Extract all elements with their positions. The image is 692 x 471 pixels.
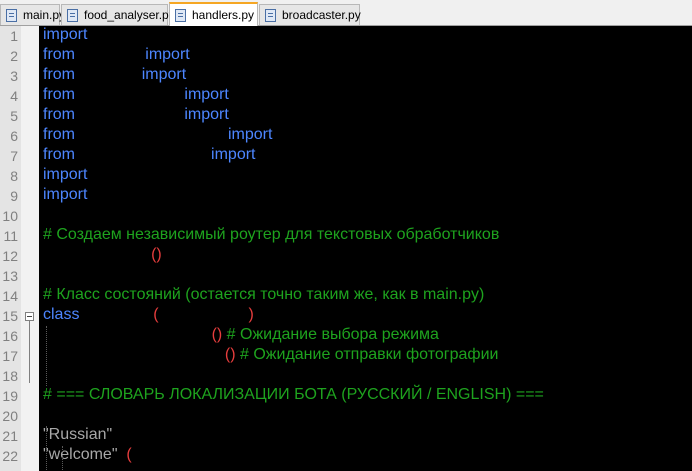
tab-food_analyser-py[interactable]: food_analyser.py	[61, 4, 175, 25]
line-number: 6	[10, 128, 18, 144]
tab-broadcaster-py[interactable]: broadcaster.py	[259, 4, 361, 25]
indent-guide	[46, 326, 47, 386]
line-number: 1	[10, 28, 18, 44]
fold-line	[29, 321, 30, 383]
line-number: 18	[2, 368, 18, 384]
tab-label: handlers.py	[192, 8, 255, 22]
line-number: 14	[2, 288, 18, 304]
fold-collapse-icon[interactable]	[25, 312, 34, 321]
line-number: 17	[2, 348, 18, 364]
line-number: 10	[2, 208, 18, 224]
tab-bar: main.py food_analyser.py handlers.py broadc…	[0, 0, 692, 26]
line-number: 13	[2, 268, 18, 284]
line-number: 20	[2, 408, 18, 424]
python-file-icon	[6, 8, 17, 22]
indent-guide	[46, 426, 47, 471]
tab-label: main.py	[23, 8, 66, 22]
line-number: 11	[3, 228, 18, 244]
line-number: 23	[0, 466, 18, 471]
line-number: 16	[2, 328, 18, 344]
tab-main-py[interactable]: main.py	[0, 4, 65, 25]
tab-label: broadcaster.py	[282, 8, 361, 22]
python-file-icon	[175, 8, 186, 22]
line-number: 21	[2, 428, 18, 444]
line-number: 9	[10, 188, 18, 204]
tab-label: food_analyser.py	[84, 8, 175, 22]
line-number: 4	[10, 88, 18, 104]
line-number: 3	[10, 68, 18, 84]
line-number: 15	[2, 308, 18, 324]
line-number: 12	[2, 248, 18, 264]
line-number: 22	[2, 448, 18, 464]
line-number: 5	[10, 108, 18, 124]
python-file-icon	[67, 8, 78, 22]
python-file-icon	[265, 8, 276, 22]
line-number: 19	[2, 388, 18, 404]
line-number: 2	[10, 48, 18, 64]
line-number: 7	[10, 148, 18, 164]
tab-handlers-py[interactable]: handlers.py	[169, 2, 258, 26]
line-number: 8	[10, 168, 18, 184]
code-editor[interactable]: import os from datetime import datetime fr…	[0, 26, 692, 471]
indent-guide	[62, 446, 63, 471]
